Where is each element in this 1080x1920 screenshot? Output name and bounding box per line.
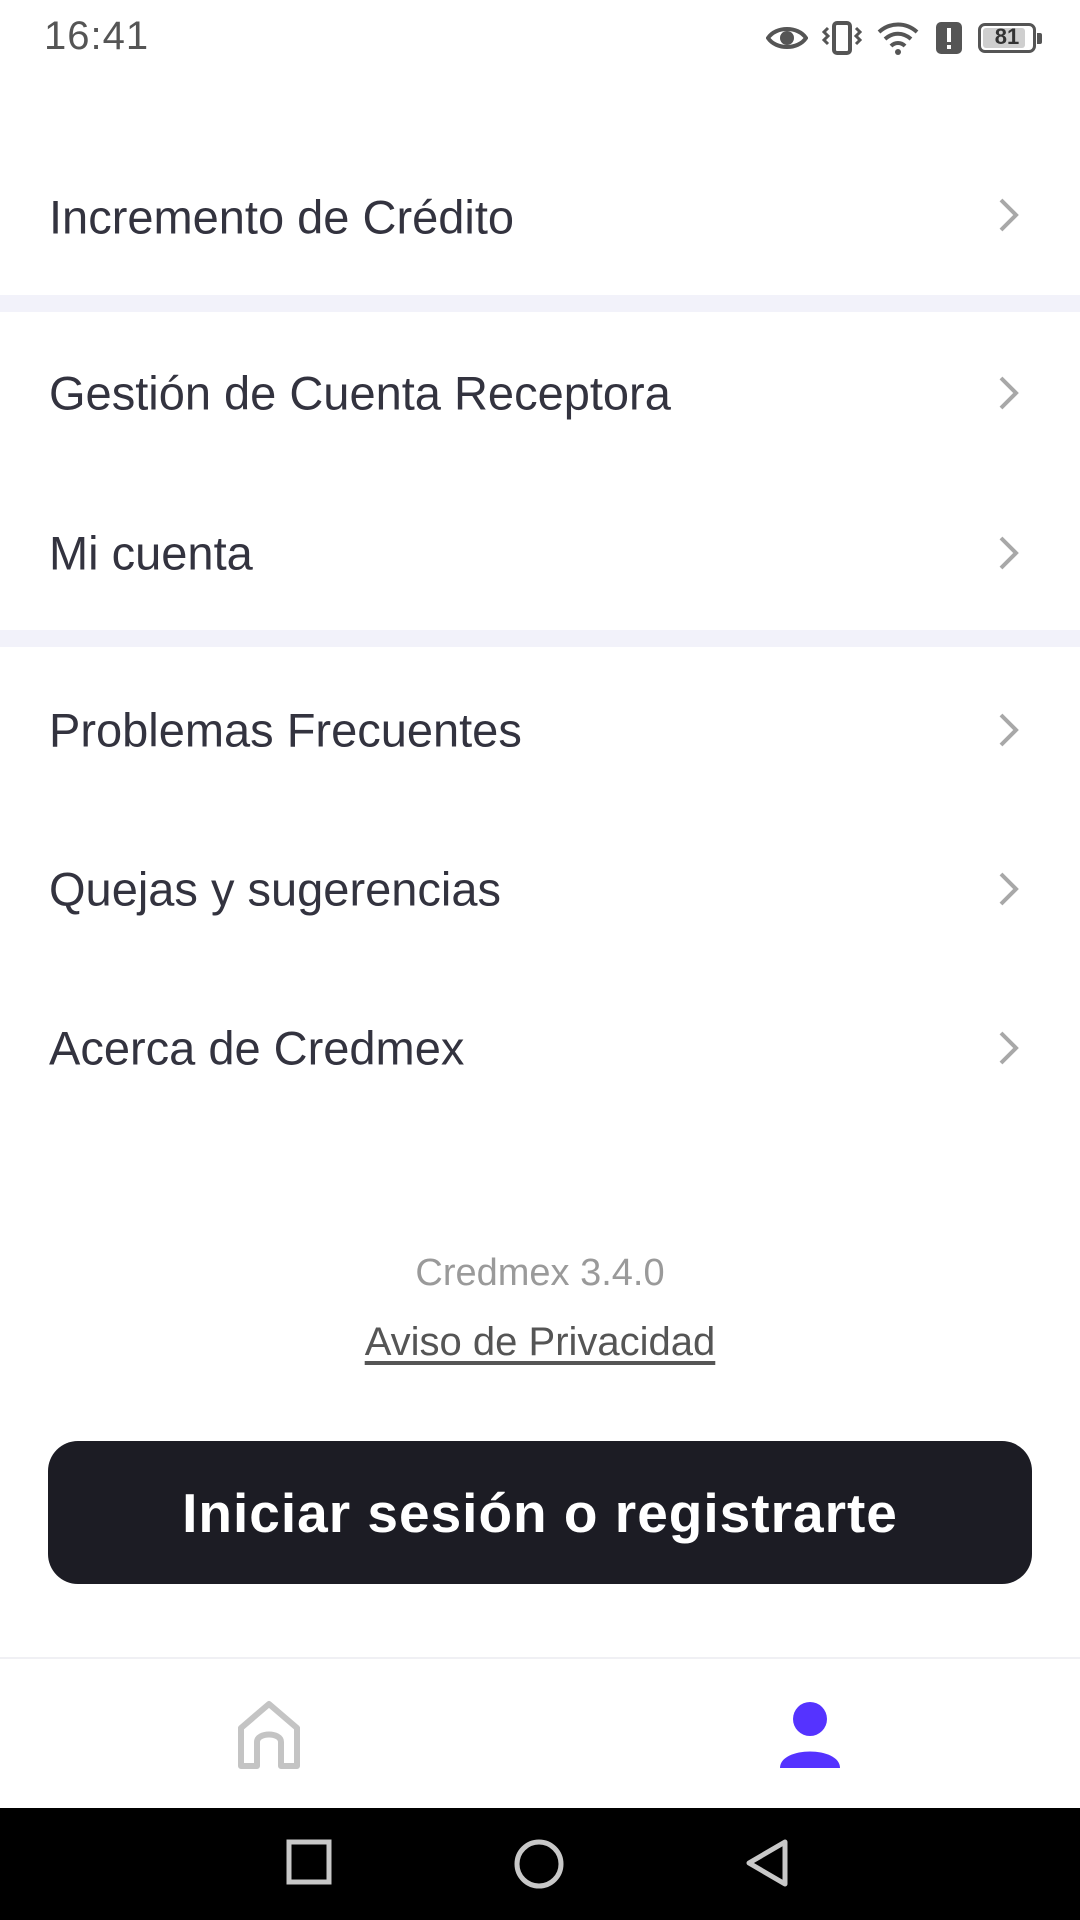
privacy-notice-link[interactable]: Aviso de Privacidad [365, 1320, 716, 1364]
chevron-right-icon [999, 198, 1019, 232]
chevron-right-icon [999, 536, 1019, 570]
separator [0, 295, 1080, 312]
menu-item-about[interactable]: Acerca de Credmex [0, 973, 1080, 1123]
chevron-right-icon [999, 713, 1019, 747]
menu-item-label: Gestión de Cuenta Receptora [49, 366, 671, 420]
battery-level: 81 [994, 24, 1020, 49]
app-version: Credmex 3.4.0 [415, 1252, 665, 1294]
menu-item-label: Problemas Frecuentes [49, 703, 522, 757]
login-register-button[interactable]: Iniciar sesión o registrarte [48, 1441, 1032, 1584]
menu-item-label: Quejas y sugerencias [49, 862, 501, 916]
profile-icon[interactable] [778, 1700, 842, 1770]
battery-icon: 81 [978, 23, 1042, 53]
alert-icon [936, 22, 962, 54]
menu-item-my-account[interactable]: Mi cuenta [0, 478, 1080, 628]
menu-item-complaints[interactable]: Quejas y sugerencias [0, 814, 1080, 964]
status-bar: 16:41 81 [0, 0, 1080, 78]
status-time: 16:41 [44, 14, 150, 58]
menu-item-faq[interactable]: Problemas Frecuentes [0, 655, 1080, 805]
wifi-icon [877, 22, 919, 55]
status-icons: 81 [766, 16, 1042, 60]
menu-item-receiving-account[interactable]: Gestión de Cuenta Receptora [0, 318, 1080, 468]
system-nav-bar [0, 1808, 1080, 1920]
back-icon[interactable] [743, 1838, 791, 1888]
eye-icon [766, 27, 808, 49]
menu-item-credit-increase[interactable]: Incremento de Crédito [0, 143, 1080, 293]
menu-item-label: Acerca de Credmex [49, 1021, 465, 1075]
home-circle-icon[interactable] [513, 1838, 565, 1890]
bottom-nav [0, 1657, 1080, 1810]
chevron-right-icon [999, 872, 1019, 906]
separator [0, 630, 1080, 647]
recent-apps-icon[interactable] [285, 1838, 333, 1886]
menu-item-label: Mi cuenta [49, 526, 253, 580]
menu-item-label: Incremento de Crédito [49, 190, 515, 244]
home-icon[interactable] [236, 1700, 302, 1770]
privacy-notice-container: Aviso de Privacidad [0, 1320, 1080, 1365]
chevron-right-icon [999, 1031, 1019, 1065]
screen: 16:41 81 Incremento de Crédito Gestión d… [0, 0, 1080, 1920]
vibrate-icon [822, 21, 862, 55]
chevron-right-icon [999, 376, 1019, 410]
